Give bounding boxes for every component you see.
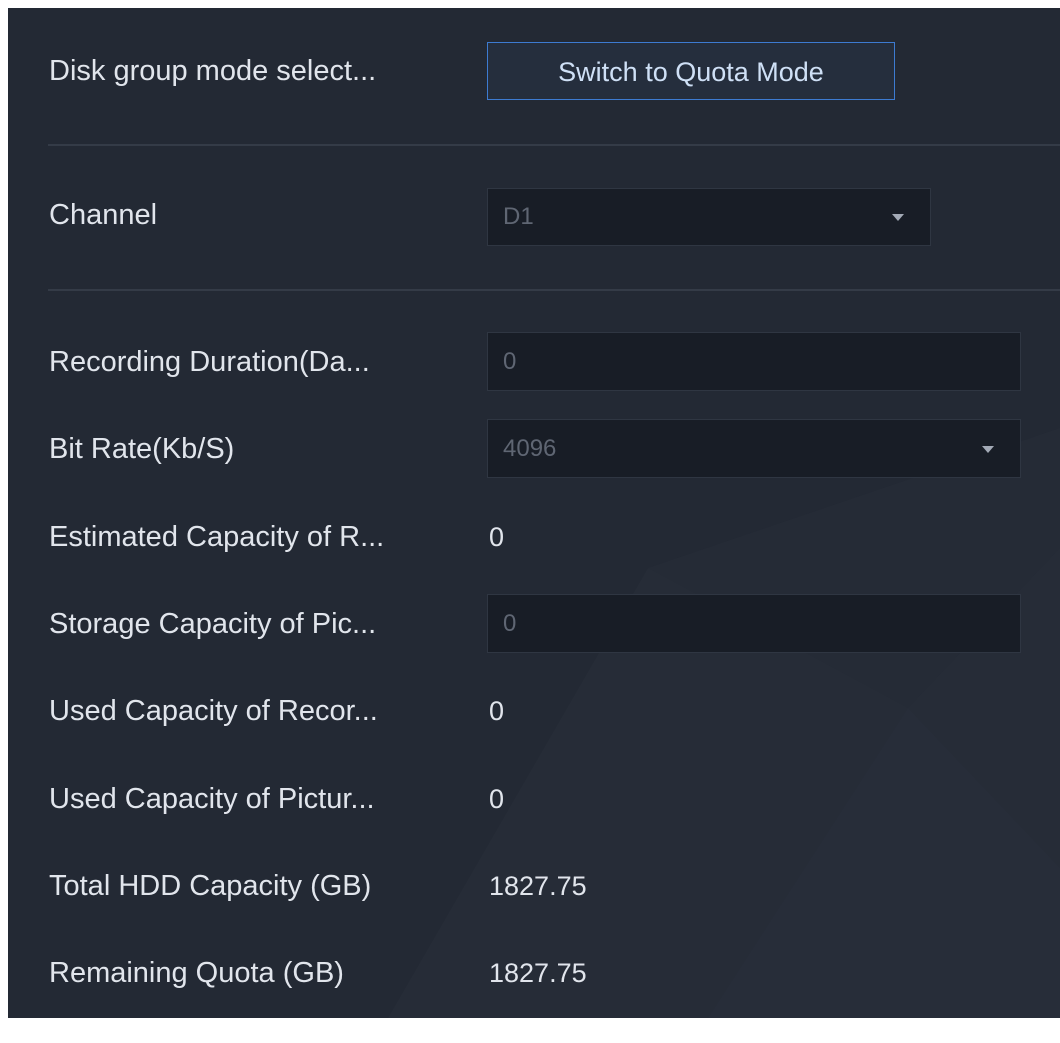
quota-settings-panel: Disk group mode select... Switch to Quot…	[8, 8, 1060, 1018]
disk-group-mode-label: Disk group mode select...	[49, 55, 377, 87]
channel-select[interactable]: D1	[487, 188, 931, 246]
channel-label: Channel	[49, 199, 158, 231]
bit-rate-value: 4096	[503, 435, 557, 462]
estimated-capacity-value: 0	[489, 522, 505, 552]
recording-duration-value: 0	[503, 348, 517, 375]
divider	[48, 144, 1060, 146]
recording-duration-label: Recording Duration(Da...	[49, 346, 370, 378]
channel-select-value: D1	[503, 203, 534, 230]
total-hdd-capacity-value: 1827.75	[489, 871, 587, 901]
bit-rate-select[interactable]: 4096	[487, 419, 1021, 478]
used-capacity-picture-label: Used Capacity of Pictur...	[49, 783, 375, 815]
switch-to-quota-mode-button[interactable]: Switch to Quota Mode	[487, 42, 895, 100]
storage-capacity-picture-label: Storage Capacity of Pic...	[49, 608, 377, 640]
storage-capacity-picture-input[interactable]: 0	[487, 594, 1021, 653]
used-capacity-record-value: 0	[489, 696, 505, 726]
chevron-down-icon	[982, 445, 994, 453]
estimated-capacity-label: Estimated Capacity of R...	[49, 521, 385, 553]
divider	[48, 289, 1060, 291]
recording-duration-input[interactable]: 0	[487, 332, 1021, 391]
total-hdd-capacity-label: Total HDD Capacity (GB)	[49, 870, 372, 902]
remaining-quota-label: Remaining Quota (GB)	[49, 957, 344, 989]
chevron-down-icon	[892, 214, 904, 221]
remaining-quota-value: 1827.75	[489, 958, 587, 988]
bit-rate-label: Bit Rate(Kb/S)	[49, 433, 235, 465]
used-capacity-record-label: Used Capacity of Recor...	[49, 695, 378, 727]
storage-capacity-picture-value: 0	[503, 610, 517, 637]
used-capacity-picture-value: 0	[489, 784, 505, 814]
